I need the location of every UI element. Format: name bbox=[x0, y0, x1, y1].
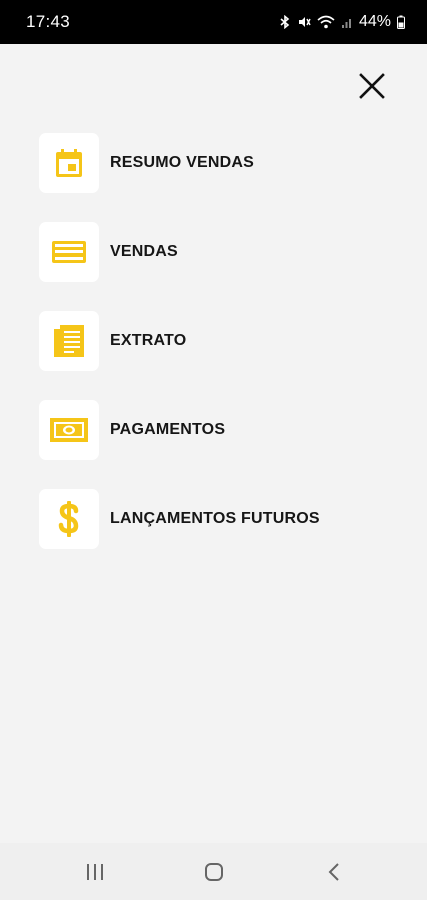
menu-icon-box bbox=[39, 400, 99, 460]
menu-item-label: PAGAMENTOS bbox=[110, 421, 226, 438]
app-screen: 17:43 44% RESUMO VENDAS VENDAS EXTRATO P… bbox=[0, 0, 427, 900]
menu-icon-box bbox=[39, 311, 99, 371]
credit-card-icon bbox=[52, 241, 86, 263]
menu-item-label: VENDAS bbox=[110, 243, 178, 260]
bluetooth-icon bbox=[279, 15, 291, 29]
status-time: 17:43 bbox=[26, 12, 71, 31]
menu-item-label: LANÇAMENTOS FUTUROS bbox=[110, 510, 320, 527]
menu-item-label: RESUMO VENDAS bbox=[110, 154, 254, 171]
close-button[interactable] bbox=[356, 70, 388, 102]
calendar-icon bbox=[56, 149, 82, 177]
signal-icon bbox=[341, 15, 353, 29]
menu-item-pagamentos[interactable]: PAGAMENTOS bbox=[39, 400, 399, 460]
dollar-icon bbox=[58, 501, 79, 537]
mute-icon bbox=[297, 15, 311, 29]
battery-icon bbox=[397, 15, 405, 29]
menu-icon-box bbox=[39, 222, 99, 282]
battery-percent: 44% bbox=[358, 13, 391, 30]
navigation-bar bbox=[0, 843, 427, 900]
side-menu: RESUMO VENDAS VENDAS EXTRATO PAGAMENTOS … bbox=[39, 133, 399, 578]
recent-apps-button[interactable] bbox=[65, 843, 125, 900]
menu-icon-box bbox=[39, 489, 99, 549]
back-icon bbox=[328, 862, 339, 881]
menu-item-extrato[interactable]: EXTRATO bbox=[39, 311, 399, 371]
close-icon bbox=[359, 73, 385, 99]
menu-item-label: EXTRATO bbox=[110, 332, 187, 349]
wifi-icon bbox=[317, 15, 335, 29]
receipt-icon bbox=[54, 325, 84, 357]
menu-icon-box bbox=[39, 133, 99, 193]
status-bar: 17:43 44% bbox=[0, 0, 427, 44]
menu-item-lancamentos-futuros[interactable]: LANÇAMENTOS FUTUROS bbox=[39, 489, 399, 549]
menu-item-resumo-vendas[interactable]: RESUMO VENDAS bbox=[39, 133, 399, 193]
home-button[interactable] bbox=[184, 843, 244, 900]
back-button[interactable] bbox=[304, 843, 364, 900]
banknote-icon bbox=[50, 418, 88, 442]
menu-item-vendas[interactable]: VENDAS bbox=[39, 222, 399, 282]
home-icon bbox=[205, 862, 223, 881]
recent-apps-icon bbox=[87, 863, 103, 880]
status-icons: 44% bbox=[279, 13, 405, 31]
